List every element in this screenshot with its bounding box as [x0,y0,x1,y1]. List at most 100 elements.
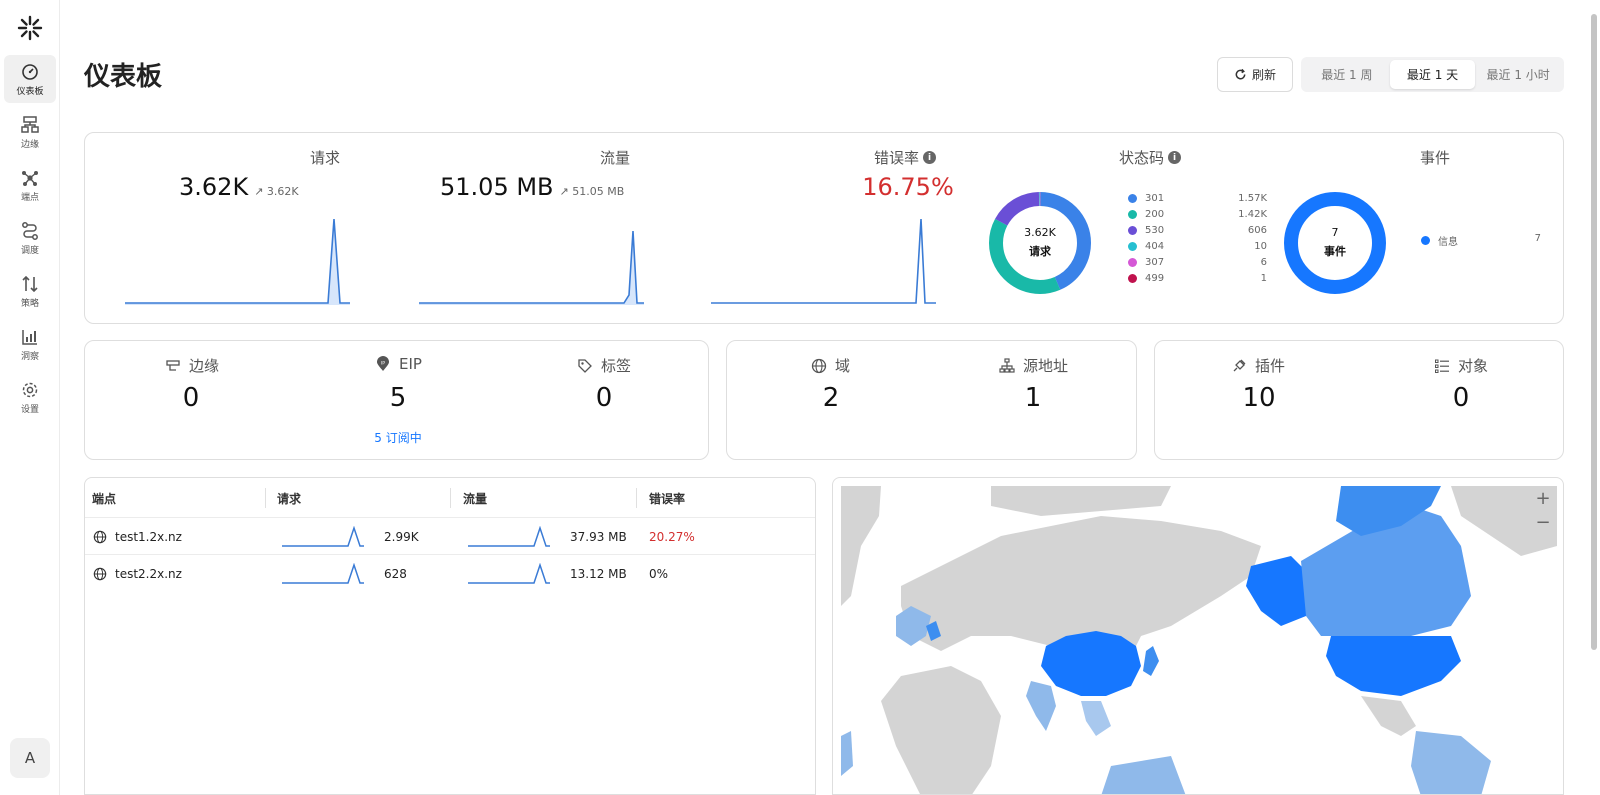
traffic-value: 51.05 MB ↗ 51.05 MB [440,173,624,201]
legend-code: 307 [1145,257,1165,268]
edge-count-label-text: 边缘 [189,357,220,375]
legend-dot [1128,226,1137,235]
origins-count-label-text: 源地址 [1023,357,1069,375]
eip-subscribed-link[interactable]: 5 订阅中 [338,429,458,446]
legend-count: 7 [1534,233,1541,244]
tag-icon [578,358,592,373]
column-divider [450,488,451,508]
legend-item-info[interactable]: 信息 [1421,233,1458,248]
objects-count-label-text: 对象 [1458,357,1489,375]
sidebar-item-insights[interactable]: 洞察 [4,320,56,368]
row-requests-sparkline [282,526,364,547]
info-icon[interactable]: i [1168,151,1181,164]
traffic-sparkline-area [419,231,644,305]
endpoint-name[interactable]: test2.2x.nz [115,567,182,581]
column-header-endpoint[interactable]: 端点 [92,478,262,518]
requests-value-text: 3.62K [179,173,249,201]
sidebar-item-label: 端点 [20,192,39,203]
error-rate-label-text: 错误率 [873,149,919,167]
legend-dot [1128,210,1137,219]
gauge-icon [22,63,38,80]
tags-count-label: 标签 [577,355,631,376]
legend-item-200[interactable]: 200 [1128,209,1164,220]
tags-count-label-text: 标签 [601,357,632,375]
status-codes-label-text: 状态码 [1118,149,1164,167]
row-traffic-value: 13.12 MB [570,566,627,581]
avatar[interactable]: A [10,738,50,778]
plugins-count-label-text: 插件 [1255,357,1286,375]
sidebar-item-label: 策略 [20,298,39,309]
endpoint-name[interactable]: test1.2x.nz [115,530,182,544]
domains-count-label-text: 域 [835,357,851,375]
legend-item-499[interactable]: 499 [1128,273,1164,284]
legend-item-530[interactable]: 530 [1128,225,1164,236]
resource-counts-card: 边缘 0 IP EIP 5 5 订阅中 标签 0 [84,340,709,460]
refresh-label: 刷新 [1251,68,1276,82]
refresh-button[interactable]: 刷新 [1217,57,1293,92]
globe-icon [93,567,107,580]
legend-code: 404 [1145,241,1165,252]
legend-dot [1128,194,1137,203]
legend-item-307[interactable]: 307 [1128,257,1164,268]
zoom-out-button[interactable]: − [1531,510,1555,534]
sidebar-item-edge[interactable]: 边缘 [4,108,56,156]
eip-count-value: 5 [389,383,407,413]
legend-dot [1128,258,1137,267]
row-error-rate-value: 20.27% [649,529,695,544]
zoom-in-button[interactable]: + [1531,486,1555,510]
sidebar-item-label: 洞察 [20,351,39,362]
origins-count-label: 源地址 [999,355,1068,376]
legend-count: 10 [1254,241,1267,252]
legend-code: 301 [1145,193,1165,204]
extension-counts-card: 插件 10 对象 0 [1154,340,1564,460]
status-donut-center-value: 3.62K [1024,226,1056,239]
sidebar-item-label: 仪表板 [16,86,44,97]
page-title: 仪表板 [84,62,163,92]
insights-icon [22,329,37,345]
edge-icon [21,115,39,133]
requests-trend: ↗ 3.62K [254,185,299,198]
arrows-updown-icon [22,275,38,292]
tags-count-value: 0 [595,383,613,413]
events-donut-center-label: 事件 [1324,245,1346,258]
requests-sparkline-area [125,219,350,305]
endpoint-cell: test1.2x.nz [93,518,182,555]
table-row[interactable]: test1.2x.nz 2.99K 37.93 MB 20.27% [85,517,815,555]
edge-count-label: 边缘 [165,355,219,376]
sidebar-item-endpoints[interactable]: 端点 [4,161,56,209]
eip-count-label-text: EIP [399,355,422,373]
legend-item-404[interactable]: 404 [1128,241,1164,252]
table-row[interactable]: test2.2x.nz 628 13.12 MB 0% [85,554,815,591]
range-last-week[interactable]: 最近 1 周 [1304,60,1390,89]
world-map-card: + − [832,477,1564,795]
row-requests-value: 2.99K [384,529,419,544]
sidebar-item-policy[interactable]: 策略 [4,267,56,315]
legend-count: 6 [1260,257,1267,268]
sidebar-item-scheduling[interactable]: 调度 [4,214,56,262]
world-map[interactable] [841,486,1557,795]
column-header-requests[interactable]: 请求 [277,478,447,518]
sidebar-item-label: 边缘 [20,139,39,150]
legend-code: 499 [1145,273,1165,284]
column-header-error-rate[interactable]: 错误率 [649,478,809,518]
page-scrollbar[interactable] [1591,14,1597,650]
legend-item-301[interactable]: 301 [1128,193,1164,204]
app-logo[interactable] [14,12,46,44]
globe-icon [811,358,827,373]
sidebar-item-settings[interactable]: 设置 [4,373,56,421]
logo-icon [17,15,43,41]
legend-code: 530 [1145,225,1165,236]
domains-count-value: 2 [822,383,840,413]
range-last-hour[interactable]: 最近 1 小时 [1475,60,1561,89]
route-icon [22,221,38,240]
range-last-day[interactable]: 最近 1 天 [1389,60,1476,89]
column-header-traffic[interactable]: 流量 [463,478,633,518]
row-error-rate-value: 0% [649,566,669,581]
traffic-sparkline [419,230,644,305]
traffic-label: 流量 [599,149,630,167]
sidebar-item-label: 设置 [20,404,39,415]
info-icon[interactable]: i [923,151,936,164]
error-rate-sparkline-line [711,218,936,304]
sidebar-item-dashboard[interactable]: 仪表板 [4,55,56,103]
time-range-selector: 最近 1 周 最近 1 天 最近 1 小时 [1301,57,1564,92]
